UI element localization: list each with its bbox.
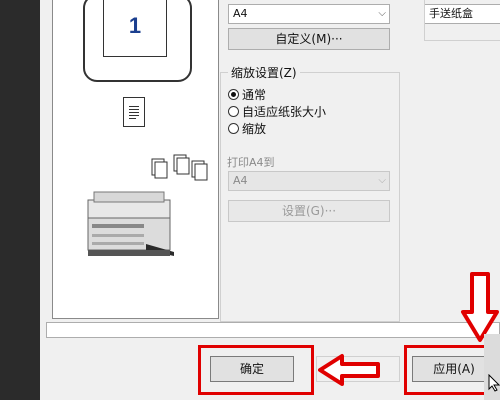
chevron-down-icon: ⌵ [378, 8, 386, 19]
print-to-select[interactable]: A4 ⌵ [228, 171, 390, 191]
zoom-option-fit-paper-label: 自适应纸张大小 [242, 104, 327, 119]
zoom-settings-title: 缩放设置(Z) [228, 64, 300, 81]
zoom-option-normal[interactable]: 通常 [228, 86, 266, 102]
zoom-option-normal-label: 通常 [242, 87, 267, 102]
document-icon [123, 97, 145, 127]
paper-size-select[interactable]: A4 ⌵ [228, 4, 390, 24]
page-preview-inner: 1 [103, 0, 167, 57]
ok-highlight-box [198, 345, 314, 395]
printer-icon [86, 190, 176, 263]
paper-source-select[interactable]: 手送纸盒 [425, 4, 500, 24]
custom-size-button-label: 自定义(M)··· [275, 32, 343, 46]
page-number: 1 [128, 13, 142, 38]
paper-size-value: A4 [233, 7, 248, 20]
print-to-value: A4 [233, 174, 248, 187]
zoom-option-fit-paper[interactable]: 自适应纸张大小 [228, 103, 326, 119]
paper-source-panel: 手送纸盒 [424, 0, 500, 41]
page-preview-sheet: 1 [83, 0, 192, 82]
radio-selected-icon [228, 88, 239, 100]
paper-source-value: 手送纸盒 [429, 7, 473, 20]
mouse-cursor-icon [488, 374, 500, 392]
zoom-option-scale-label: 缩放 [242, 121, 267, 136]
radio-unselected-icon [228, 105, 239, 117]
scale-settings-button-label: 设置(G)··· [281, 204, 337, 218]
collated-copies-icon [150, 153, 210, 186]
status-strip [46, 322, 500, 338]
radio-unselected-icon [228, 122, 239, 134]
chevron-down-icon: ⌵ [378, 175, 386, 186]
arrow-left-icon [318, 354, 380, 386]
scale-settings-button[interactable]: 设置(G)··· [228, 200, 390, 222]
custom-size-button[interactable]: 自定义(M)··· [228, 28, 390, 50]
print-to-label: 打印A4到 [227, 156, 275, 169]
printer-properties-dialog: 1 A4 ⌵ 自定义(M)··· 手送纸盒 缩放设置(Z) 通常 自适应纸张大小… [40, 0, 500, 400]
layout-preview: 1 [52, 0, 219, 319]
zoom-option-scale[interactable]: 缩放 [228, 120, 266, 136]
